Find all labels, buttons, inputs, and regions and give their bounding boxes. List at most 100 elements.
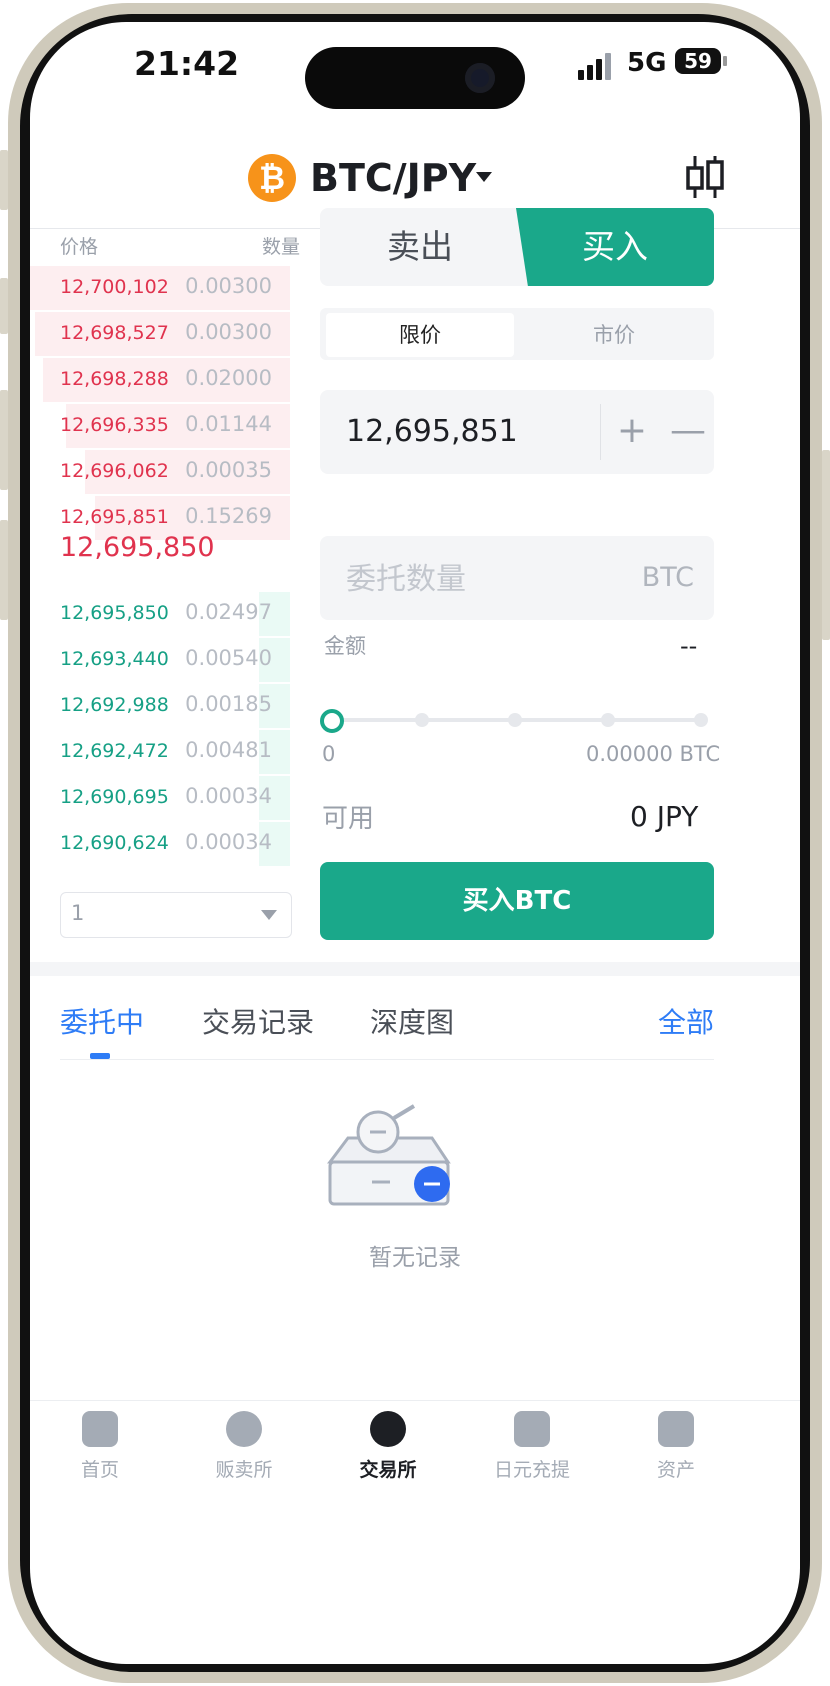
tab-exchange-label: 交易所 <box>359 1459 417 1481</box>
transfer-icon <box>514 1411 550 1447</box>
ask-price: 12,696,062 <box>60 460 169 482</box>
tab-home-label: 首页 <box>80 1459 119 1481</box>
status-bar: 21:42 5G 59 <box>30 22 800 132</box>
bottom-tab-bar: 首页 贩卖所 交易所 日元充提 资产 <box>30 1400 800 1511</box>
signal-icon <box>578 52 611 80</box>
bid-price: 12,692,472 <box>60 740 169 762</box>
battery-icon: 59 <box>675 48 721 74</box>
quantity-input-box: BTC <box>320 536 714 620</box>
all-orders-link[interactable]: 全部 <box>658 1001 714 1041</box>
bid-qty: 0.02497 <box>185 600 272 624</box>
pair-selector[interactable]: BTC/JPY <box>310 156 476 200</box>
divider <box>600 404 601 460</box>
bid-price: 12,690,695 <box>60 786 169 808</box>
slider-step-25[interactable] <box>415 713 429 727</box>
slider-step-75[interactable] <box>601 713 615 727</box>
slider-step-50[interactable] <box>508 713 522 727</box>
plus-icon[interactable]: + <box>612 406 652 456</box>
amount-slider[interactable] <box>320 708 714 733</box>
bid-row[interactable]: 12,690,695 0.00034 <box>30 776 290 822</box>
active-tab-indicator <box>90 1053 110 1059</box>
screen: 21:42 5G 59 ₿ BTC/JPY 价格 数量 12,700,102 0.… <box>30 22 800 1664</box>
tab-home[interactable]: 首页 <box>40 1411 160 1482</box>
bid-qty: 0.00481 <box>185 738 272 762</box>
power-button[interactable] <box>822 450 830 640</box>
tab-market[interactable]: 市价 <box>520 313 708 357</box>
slider-step-100[interactable] <box>694 713 708 727</box>
coin-stack-icon <box>370 1411 406 1447</box>
tab-sell[interactable]: 卖出 <box>320 208 520 286</box>
section-separator <box>30 962 800 976</box>
caret-down-icon[interactable] <box>476 172 492 182</box>
ask-price: 12,698,288 <box>60 368 169 390</box>
empty-inbox-icon <box>327 1104 451 1206</box>
tab-trade-history[interactable]: 交易记录 <box>202 1001 314 1041</box>
bid-price: 12,693,440 <box>60 648 169 670</box>
bid-qty: 0.00540 <box>185 646 272 670</box>
battery-tip <box>723 56 727 66</box>
minus-icon[interactable]: — <box>668 406 708 456</box>
bid-qty: 0.00034 <box>185 784 272 808</box>
tab-depth-chart[interactable]: 深度图 <box>370 1001 454 1041</box>
bid-row[interactable]: 12,693,440 0.00540 <box>30 638 290 684</box>
volume-up-button[interactable] <box>0 390 8 490</box>
tab-jpy-transfer-label: 日元充提 <box>493 1459 570 1481</box>
ask-row[interactable]: 12,700,102 0.00300 <box>30 266 290 312</box>
qty-column-header: 数量 <box>261 236 300 258</box>
last-price[interactable]: 12,695,850 <box>60 532 215 563</box>
tab-open-orders[interactable]: 委托中 <box>60 1001 144 1041</box>
ask-qty: 0.01144 <box>185 412 272 436</box>
tab-exchange[interactable]: 交易所 <box>328 1411 448 1482</box>
ask-qty: 0.00035 <box>185 458 272 482</box>
ask-row[interactable]: 12,698,288 0.02000 <box>30 358 290 404</box>
buy-sell-tabs: 卖出 买入 <box>320 208 714 286</box>
tab-assets-label: 资产 <box>656 1459 695 1481</box>
ask-row[interactable]: 12,696,062 0.00035 <box>30 450 290 496</box>
ask-qty: 0.00300 <box>185 274 272 298</box>
ask-price: 12,700,102 <box>60 276 169 298</box>
bid-list: 12,695,850 0.02497 12,693,440 0.00540 12,692… <box>30 592 290 868</box>
depth-precision-value: 1 <box>71 901 85 925</box>
available-value: 0 JPY <box>630 800 699 833</box>
bid-row[interactable]: 12,695,850 0.02497 <box>30 592 290 638</box>
bid-qty: 0.00034 <box>185 830 272 854</box>
quantity-input[interactable] <box>344 556 608 602</box>
depth-precision-select[interactable]: 1 <box>60 892 292 938</box>
bid-price: 12,695,850 <box>60 602 169 624</box>
amount-label: 金额 <box>324 634 366 658</box>
order-type-tabs: 限价 市价 <box>320 308 714 360</box>
status-time: 21:42 <box>134 44 240 83</box>
ask-price: 12,698,527 <box>60 322 169 344</box>
ask-price: 12,695,851 <box>60 506 169 528</box>
tab-buy[interactable]: 买入 <box>516 208 714 286</box>
bid-price: 12,692,988 <box>60 694 169 716</box>
home-chart-icon <box>82 1411 118 1447</box>
amount-value: -- <box>680 632 698 660</box>
mute-switch[interactable] <box>0 278 8 334</box>
slider-min-label: 0 <box>322 742 336 766</box>
candlestick-chart-icon[interactable] <box>684 154 726 200</box>
bid-row[interactable]: 12,692,472 0.00481 <box>30 730 290 776</box>
price-column-header: 价格 <box>60 236 99 258</box>
ask-row[interactable]: 12,696,335 0.01144 <box>30 404 290 450</box>
volume-down-button[interactable] <box>0 520 8 620</box>
slider-max-label: 0.00000 BTC <box>586 742 721 766</box>
slider-thumb[interactable] <box>320 709 344 733</box>
tab-limit[interactable]: 限价 <box>326 313 514 357</box>
tab-jpy-transfer[interactable]: 日元充提 <box>472 1411 592 1482</box>
action-button[interactable] <box>0 150 8 210</box>
empty-state-text: 暂无记录 <box>369 1245 461 1271</box>
price-input[interactable]: 12,695,851 <box>346 414 518 449</box>
bid-price: 12,690,624 <box>60 832 169 854</box>
bid-qty: 0.00185 <box>185 692 272 716</box>
tab-assets[interactable]: 资产 <box>616 1411 736 1482</box>
orderbook-header: 价格 数量 <box>60 232 300 258</box>
ask-qty: 0.00300 <box>185 320 272 344</box>
ask-row[interactable]: 12,698,527 0.00300 <box>30 312 290 358</box>
bid-row[interactable]: 12,692,988 0.00185 <box>30 684 290 730</box>
bid-row[interactable]: 12,690,624 0.00034 <box>30 822 290 868</box>
tab-broker[interactable]: 贩卖所 <box>184 1411 304 1482</box>
wallet-icon <box>658 1411 694 1447</box>
dropdown-arrow-icon <box>261 910 277 920</box>
buy-btc-button[interactable]: 买入BTC <box>320 862 714 940</box>
